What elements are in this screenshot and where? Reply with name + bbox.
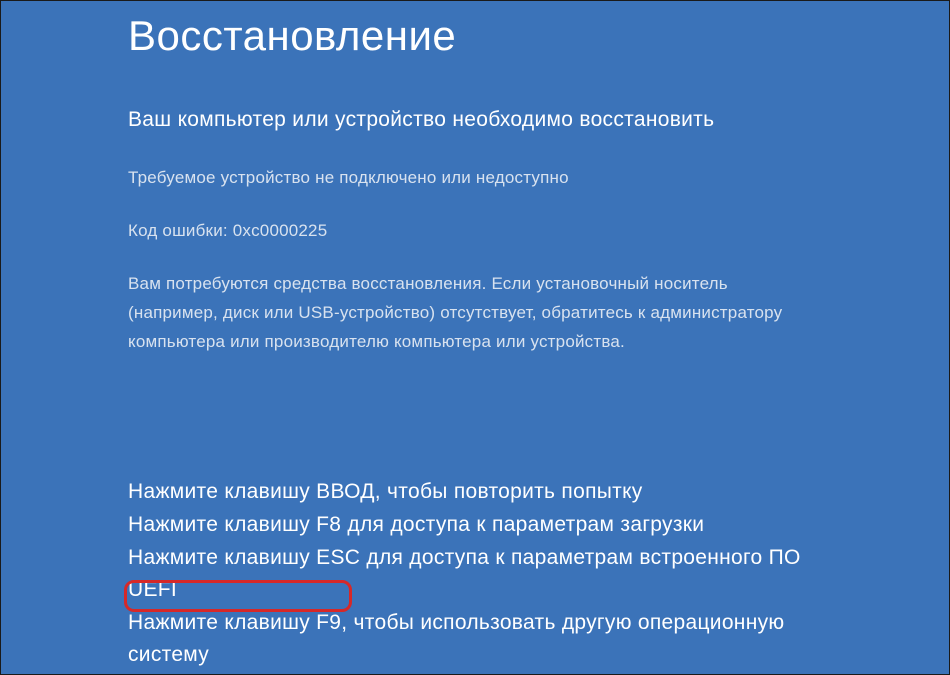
page-title: Восстановление [128, 12, 822, 60]
instruction-f8: Нажмите клавишу F8 для доступа к парамет… [128, 509, 822, 542]
recovery-screen: Восстановление Ваш компьютер или устройс… [0, 0, 950, 672]
page-subtitle: Ваш компьютер или устройство необходимо … [128, 108, 822, 132]
error-code: Код ошибки: 0xc0000225 [128, 217, 822, 246]
instruction-f9: Нажмите клавишу F9, чтобы использовать д… [128, 607, 822, 672]
error-message: Требуемое устройство не подключено или н… [128, 164, 822, 193]
keyboard-instructions: Нажмите клавишу ВВОД, чтобы повторить по… [128, 476, 822, 671]
instruction-esc: Нажмите клавишу ESC для доступа к параме… [128, 542, 822, 607]
recovery-info: Вам потребуются средства восстановления.… [128, 270, 822, 357]
instruction-enter: Нажмите клавишу ВВОД, чтобы повторить по… [128, 476, 822, 509]
